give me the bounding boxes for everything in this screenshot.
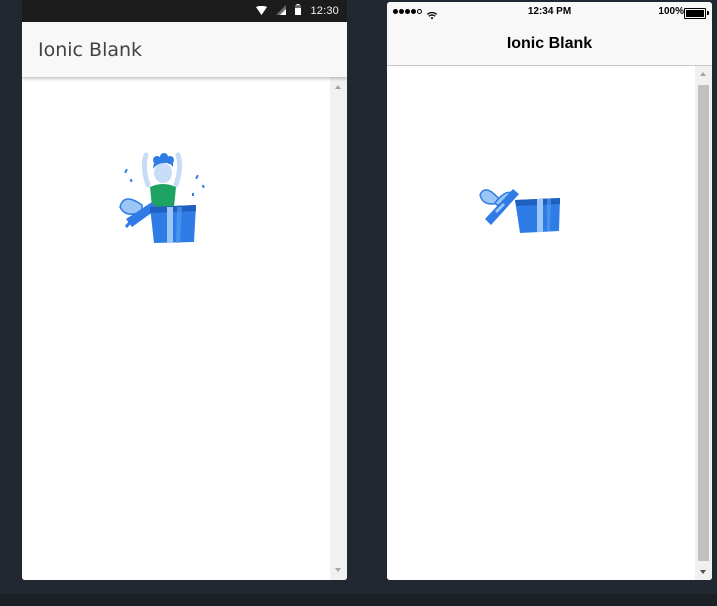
page-title: Ionic Blank <box>38 39 143 61</box>
android-content[interactable] <box>22 77 347 580</box>
signal-icon <box>276 2 287 20</box>
wifi-icon <box>256 2 268 20</box>
scroll-down-arrow-icon[interactable] <box>335 568 341 572</box>
bottom-strip <box>0 594 717 606</box>
battery-icon <box>295 2 302 20</box>
android-status-icons: 12:30 <box>256 0 339 22</box>
ios-status-bar: 12:34 PM 100% <box>387 2 712 22</box>
gift-person-illustration <box>112 147 212 247</box>
ios-scrollbar[interactable] <box>695 66 712 580</box>
scroll-down-arrow-icon[interactable] <box>700 570 706 574</box>
android-scrollbar[interactable] <box>330 77 347 580</box>
android-toolbar: Ionic Blank <box>22 22 347 77</box>
android-status-bar: 12:30 <box>22 0 347 22</box>
scrollbar-thumb[interactable] <box>698 85 709 561</box>
scroll-up-arrow-icon[interactable] <box>700 72 706 76</box>
ios-preview: 12:34 PM 100% Ionic Blank <box>387 2 712 580</box>
desktop-background: 12:30 Ionic Blank 12:34 PM 100% Ionic Bl… <box>0 0 717 606</box>
battery-tip <box>707 11 709 15</box>
android-status-time: 12:30 <box>310 5 339 17</box>
scroll-up-arrow-icon[interactable] <box>335 85 341 89</box>
android-preview: 12:30 Ionic Blank <box>22 0 347 580</box>
gift-box-illustration <box>477 181 567 241</box>
battery-icon <box>684 8 706 19</box>
page-title: Ionic Blank <box>506 35 593 52</box>
ios-navbar: Ionic Blank <box>387 22 712 66</box>
battery-percent: 100% <box>658 6 684 17</box>
ios-content[interactable] <box>387 66 712 580</box>
